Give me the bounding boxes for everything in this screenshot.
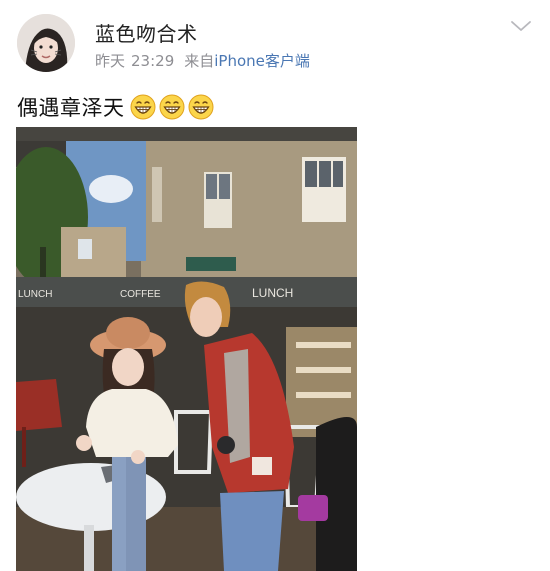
window-sign-lunch-1: LUNCH <box>18 289 52 300</box>
window-sign-coffee: COFFEE <box>120 289 161 300</box>
post-text-content: 偶遇章泽天 <box>17 96 125 120</box>
source-device-link[interactable]: iPhone客户端 <box>214 52 310 70</box>
chevron-down-icon[interactable] <box>508 16 534 36</box>
post-photo[interactable]: LUNCH COFFEE LUNCH <box>16 127 357 571</box>
grin-emoji-icon <box>130 94 156 120</box>
post-text: 偶遇章泽天 <box>17 92 214 122</box>
post-time: 23:29 <box>131 52 175 70</box>
weibo-post: 蓝色吻合术 昨天 23:29 来自iPhone客户端 偶遇章泽天 LUNCH C… <box>0 0 550 571</box>
author-avatar[interactable] <box>17 14 75 72</box>
emoji-group <box>127 94 214 120</box>
post-meta: 昨天 23:29 来自iPhone客户端 <box>95 50 310 71</box>
source-prefix: 来自 <box>184 52 215 70</box>
window-sign-lunch-2: LUNCH <box>252 286 293 300</box>
author-name[interactable]: 蓝色吻合术 <box>95 18 198 47</box>
grin-emoji-icon <box>188 94 214 120</box>
post-time-prefix: 昨天 <box>95 52 126 70</box>
grin-emoji-icon <box>159 94 185 120</box>
